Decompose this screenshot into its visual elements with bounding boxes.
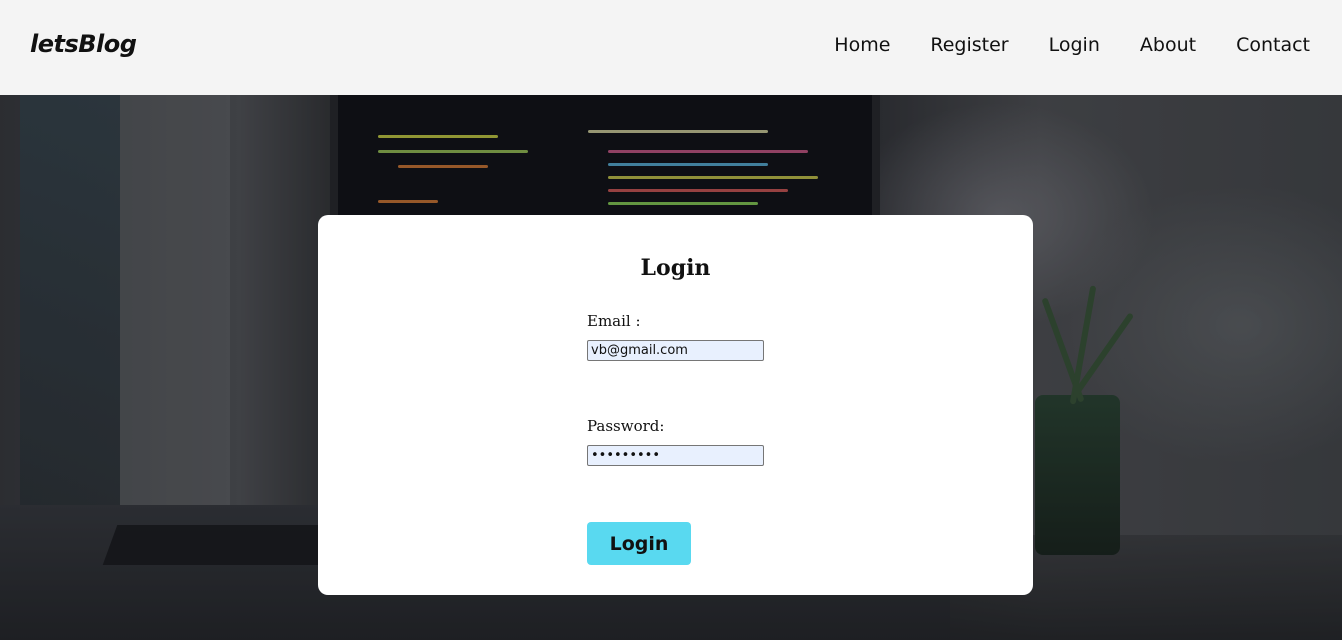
nav-link-login[interactable]: Login xyxy=(1049,34,1100,56)
login-card: Login Email : Password: Login xyxy=(318,215,1033,595)
nav-link-about[interactable]: About xyxy=(1140,34,1196,56)
email-field[interactable] xyxy=(587,340,764,361)
password-field[interactable] xyxy=(587,445,764,466)
login-submit-button[interactable]: Login xyxy=(587,522,691,565)
nav-link-contact[interactable]: Contact xyxy=(1236,34,1310,56)
nav-link-register[interactable]: Register xyxy=(930,34,1008,56)
login-title: Login xyxy=(640,255,711,281)
password-label: Password: xyxy=(587,417,665,435)
navbar: letsBlog Home Register Login About Conta… xyxy=(0,0,1342,95)
email-label: Email : xyxy=(587,312,641,330)
nav-menu: Home Register Login About Contact xyxy=(834,34,1310,56)
nav-link-home[interactable]: Home xyxy=(834,34,890,56)
brand-logo[interactable]: letsBlog xyxy=(30,30,137,58)
